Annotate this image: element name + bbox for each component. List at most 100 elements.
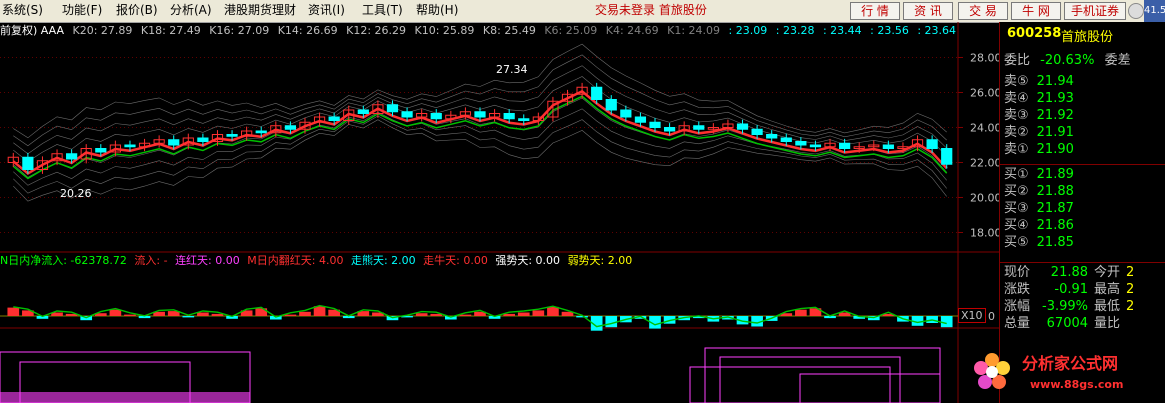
buy-price: 21.89	[1036, 167, 1074, 182]
menu-bar: 系统(S) 功能(F) 报价(B) 分析(A) 港股期货理财 资讯(I) 工具(…	[0, 0, 1165, 23]
price-tick-label: 28.00	[970, 52, 999, 65]
menu-tools[interactable]: 工具(T)	[360, 2, 405, 19]
buy-row[interactable]: 买① 21.89	[1004, 166, 1074, 183]
stat-row: 现价 21.88 今开 2	[1004, 264, 1134, 281]
stat-label-2: 最低	[1094, 299, 1121, 314]
candle-body	[620, 109, 632, 118]
volume-box	[704, 347, 941, 403]
volume-fill	[0, 392, 250, 403]
menu-quote[interactable]: 报价(B)	[114, 2, 160, 19]
sell-price: 21.90	[1036, 142, 1074, 157]
ind-main: N日内净流入: -62378.72	[0, 254, 127, 267]
price-axis: 28.00 26.00 24.00 22.00 20.00 18.00	[958, 52, 999, 240]
menu-help[interactable]: 帮助(H)	[414, 2, 460, 19]
panel-divider	[1000, 262, 1165, 263]
high-annotation: 27.34	[496, 63, 528, 76]
sell-row[interactable]: 卖② 21.91	[1004, 124, 1074, 141]
mobile-button[interactable]: 手机证券	[1064, 2, 1126, 20]
candle-body	[649, 121, 661, 128]
ind-ruo: 弱势天: 2.00	[567, 254, 633, 267]
candle-body	[780, 137, 792, 142]
candle-body	[751, 128, 763, 135]
trade-button[interactable]: 交 易	[958, 2, 1008, 20]
niu-button[interactable]: 牛 网	[1011, 2, 1061, 20]
candle-body	[95, 148, 107, 153]
ind-lianhong: 连红天: 0.00	[175, 254, 240, 267]
stat-label-2: 今开	[1094, 265, 1121, 280]
buy-row[interactable]: 买④ 21.86	[1004, 217, 1074, 234]
stat-label: 现价	[1004, 265, 1031, 280]
news-button[interactable]: 资 讯	[903, 2, 953, 20]
indicator-bar	[517, 312, 530, 316]
menu-function[interactable]: 功能(F)	[60, 2, 104, 19]
buy-label: 买①	[1004, 167, 1029, 182]
tray-icon[interactable]	[1128, 3, 1144, 19]
indicator-bar	[940, 316, 953, 328]
price-tick-label: 26.00	[970, 87, 999, 100]
sell-row[interactable]: 卖⑤ 21.94	[1004, 73, 1074, 90]
stat-value: 21.88	[1050, 265, 1089, 280]
indicator-bar	[211, 313, 224, 316]
stock-code: 600258	[1007, 26, 1062, 41]
ind-zouniu: 走牛天: 0.00	[423, 254, 488, 267]
menu-analysis[interactable]: 分析(A)	[168, 2, 214, 19]
menu-system[interactable]: 系统(S)	[0, 2, 45, 19]
x10-badge[interactable]: X10	[958, 308, 986, 323]
sell-label: 卖④	[1004, 91, 1029, 106]
candle-body	[284, 125, 297, 130]
candle-body	[474, 111, 486, 118]
stat-label: 涨幅	[1004, 299, 1031, 314]
market-button[interactable]: 行 情	[850, 2, 900, 20]
indicator-bar	[415, 313, 428, 316]
buy-row[interactable]: 买② 21.88	[1004, 183, 1074, 200]
indicator-bar	[795, 309, 807, 316]
menu-news[interactable]: 资讯(I)	[306, 2, 347, 19]
buy-label: 买⑤	[1004, 235, 1029, 250]
sell-label: 卖②	[1004, 125, 1029, 140]
indicator-bar	[532, 310, 545, 316]
candle-body	[386, 104, 399, 113]
stat-label: 涨跌	[1004, 282, 1031, 297]
sell-label: 卖①	[1004, 142, 1029, 157]
candle-body	[809, 144, 822, 148]
indicator-bar	[459, 314, 472, 316]
candle-body	[518, 118, 530, 121]
panel-divider	[1000, 164, 1165, 165]
candle-body	[663, 127, 676, 132]
trade-status: 交易未登录 首旅股份	[595, 3, 707, 17]
buy-row[interactable]: 买③ 21.87	[1004, 200, 1074, 217]
indicator-bar	[182, 316, 195, 318]
sell-label: 卖⑤	[1004, 74, 1029, 89]
indicator-bar	[299, 311, 311, 316]
buy-price: 21.85	[1036, 235, 1074, 250]
buy-price: 21.87	[1036, 201, 1074, 216]
candle-body	[430, 113, 442, 120]
candle-body	[839, 142, 851, 149]
candle-body	[882, 144, 894, 149]
indicator-bar	[7, 307, 20, 316]
sell-price: 21.91	[1036, 125, 1074, 140]
stat-value-2: 2	[1126, 265, 1135, 280]
menu-hk-futures[interactable]: 港股期货理财	[222, 2, 298, 19]
sell-row[interactable]: 卖① 21.90	[1004, 141, 1074, 158]
stat-value: -3.99%	[1042, 299, 1089, 314]
volume-box	[719, 356, 901, 403]
candle-body	[124, 144, 136, 148]
buy-label: 买③	[1004, 201, 1029, 216]
ind-flow: 流入: -	[134, 254, 168, 267]
indicator-bar	[576, 316, 588, 318]
sell-row[interactable]: 卖③ 21.92	[1004, 107, 1074, 124]
volume-layer	[0, 347, 941, 403]
candle-body	[795, 141, 807, 146]
ma-fan-line	[13, 43, 947, 139]
sell-row[interactable]: 卖④ 21.93	[1004, 90, 1074, 107]
kline-chart[interactable]: 28.00 26.00 24.00 22.00 20.00 18.00 0 27.34 2…	[0, 22, 999, 403]
stat-value-2: 2	[1126, 299, 1135, 314]
candle-body	[926, 139, 938, 149]
grid-layer	[0, 22, 999, 403]
buy-row[interactable]: 买⑤ 21.85	[1004, 234, 1074, 251]
indicator-zero-label: 0	[988, 310, 995, 323]
ind-zouxiong: 走熊天: 2.00	[350, 254, 416, 267]
indicator-bar	[547, 306, 559, 316]
candle-body	[328, 116, 340, 121]
